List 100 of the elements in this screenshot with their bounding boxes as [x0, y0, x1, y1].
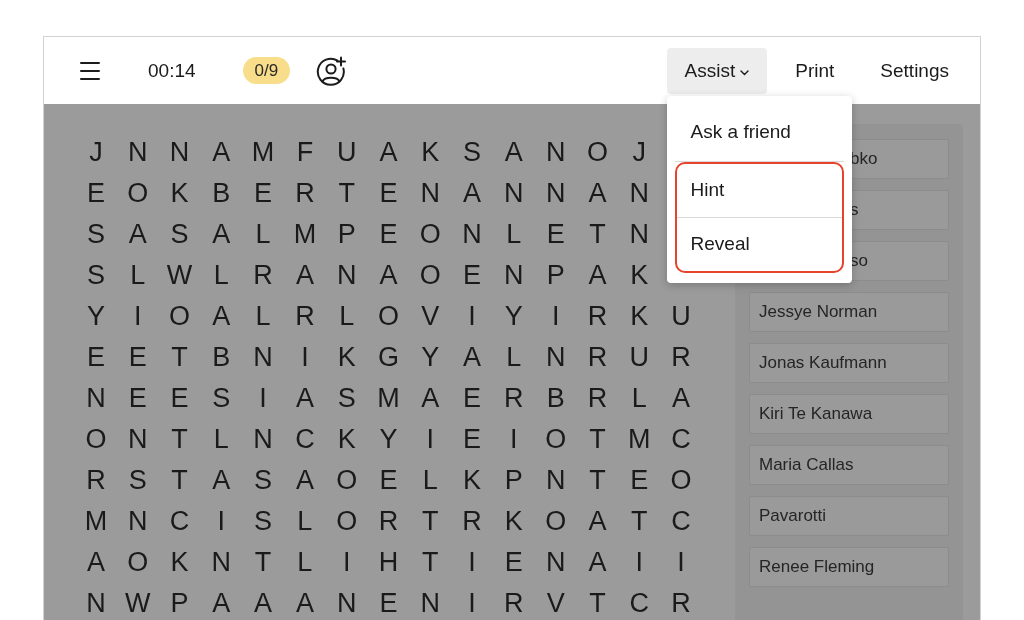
grid-letter: N	[253, 426, 273, 452]
grid-letter: E	[504, 549, 523, 575]
grid-letter: K	[421, 139, 440, 165]
grid-letter: A	[212, 221, 231, 247]
grid-letter: I	[551, 303, 560, 329]
grid-letter: L	[297, 549, 313, 575]
toolbar-link[interactable]: Settings	[862, 47, 967, 94]
grid-letter: J	[632, 139, 646, 165]
menu-item[interactable]: Hint	[676, 163, 842, 217]
grid-letter: L	[422, 467, 438, 493]
grid-letter: L	[255, 303, 271, 329]
grid-letter: N	[462, 221, 482, 247]
grid-letter: A	[421, 385, 440, 411]
grid-letter: N	[211, 549, 232, 575]
grid-letter: V	[421, 303, 440, 329]
grid-letter: A	[672, 385, 691, 411]
grid-letter: K	[630, 303, 649, 329]
grid-letter: S	[170, 221, 189, 247]
grid-letter: R	[295, 180, 315, 206]
grid-letter: C	[169, 508, 190, 534]
toolbar-link[interactable]: Print	[777, 47, 853, 94]
grid-letter: T	[338, 180, 355, 206]
grid-letter: M	[84, 508, 108, 534]
grid-letter: R	[504, 385, 524, 411]
grid-letter: L	[255, 221, 271, 247]
grid-letter: O	[127, 549, 149, 575]
grid-letter: E	[379, 180, 398, 206]
grid-letter: T	[171, 426, 188, 452]
grid-letter: N	[420, 590, 440, 616]
grid-letter: M	[251, 139, 275, 165]
grid-letter: R	[671, 590, 691, 616]
grid-letter: E	[463, 262, 482, 288]
grid-letter: L	[213, 426, 229, 452]
grid-letter: O	[419, 221, 441, 247]
grid-letter: E	[630, 467, 649, 493]
grid-letter: P	[337, 221, 356, 247]
grid-letter: T	[254, 549, 272, 575]
grid-letter: I	[301, 344, 309, 370]
grid-letter: I	[468, 590, 476, 616]
grid-letter: N	[336, 590, 357, 616]
grid-letter: S	[337, 385, 356, 411]
grid-letter: Y	[421, 344, 440, 370]
grid-letter: N	[253, 344, 273, 370]
grid-letter: A	[295, 467, 314, 493]
grid-letter: A	[295, 262, 314, 288]
grid-letter: T	[589, 426, 606, 452]
dropdown-button[interactable]: Assist	[666, 47, 768, 94]
grid-letter: K	[337, 344, 356, 370]
grid-letter: E	[379, 590, 398, 616]
add-person-icon[interactable]	[316, 55, 347, 86]
grid-letter: O	[586, 139, 608, 165]
grid-letter: N	[504, 262, 524, 288]
grid-letter: N	[504, 180, 524, 206]
grid-letter: N	[127, 508, 148, 534]
menu-icon[interactable]	[80, 60, 100, 81]
grid-letter: C	[295, 426, 315, 452]
grid-letter: B	[546, 385, 565, 411]
grid-letter: N	[86, 385, 106, 411]
word-item: Jonas Kaufmann	[749, 343, 949, 383]
grid-letter: L	[130, 262, 146, 288]
grid-letter: Y	[379, 426, 398, 452]
grid-letter: I	[468, 303, 476, 329]
grid-letter: E	[463, 426, 482, 452]
grid-letter: U	[671, 303, 691, 329]
grid-letter: L	[339, 303, 355, 329]
grid-letter: N	[545, 180, 566, 206]
grid-letter: O	[545, 508, 567, 534]
grid-letter: E	[170, 385, 189, 411]
word-item: Kiri Te Kanawa	[749, 394, 949, 434]
grid-letter: S	[128, 467, 147, 493]
grid-letter: R	[462, 508, 482, 534]
grid-letter: A	[463, 344, 482, 370]
grid-letter: G	[377, 344, 399, 370]
grid-letter: I	[342, 549, 351, 575]
grid-letter: P	[170, 590, 189, 616]
grid-letter: N	[545, 139, 566, 165]
grid-letter: O	[419, 262, 441, 288]
grid-letter: O	[336, 508, 358, 534]
grid-letter: L	[297, 508, 313, 534]
grid-letter: A	[212, 467, 231, 493]
grid-letter: S	[254, 467, 273, 493]
grid-letter: A	[128, 221, 147, 247]
grid-letter: O	[85, 426, 107, 452]
grid-letter: R	[587, 303, 608, 329]
grid-letter: E	[254, 180, 273, 206]
grid-letter: R	[295, 303, 315, 329]
grid-letter: O	[670, 467, 692, 493]
grid-letter: Y	[86, 303, 105, 329]
grid-letter: K	[463, 467, 482, 493]
grid-letter: N	[86, 590, 106, 616]
grid-letter: P	[504, 467, 523, 493]
grid-letter: E	[463, 385, 482, 411]
grid-letter: A	[212, 590, 231, 616]
timer-text: 00:14	[148, 59, 196, 82]
grid-letter: Y	[504, 303, 523, 329]
grid-letter: I	[133, 303, 142, 329]
grid-letter: R	[86, 467, 106, 493]
grid-letter: E	[128, 344, 147, 370]
grid-letter: U	[629, 344, 649, 370]
grid-letter: A	[379, 262, 398, 288]
